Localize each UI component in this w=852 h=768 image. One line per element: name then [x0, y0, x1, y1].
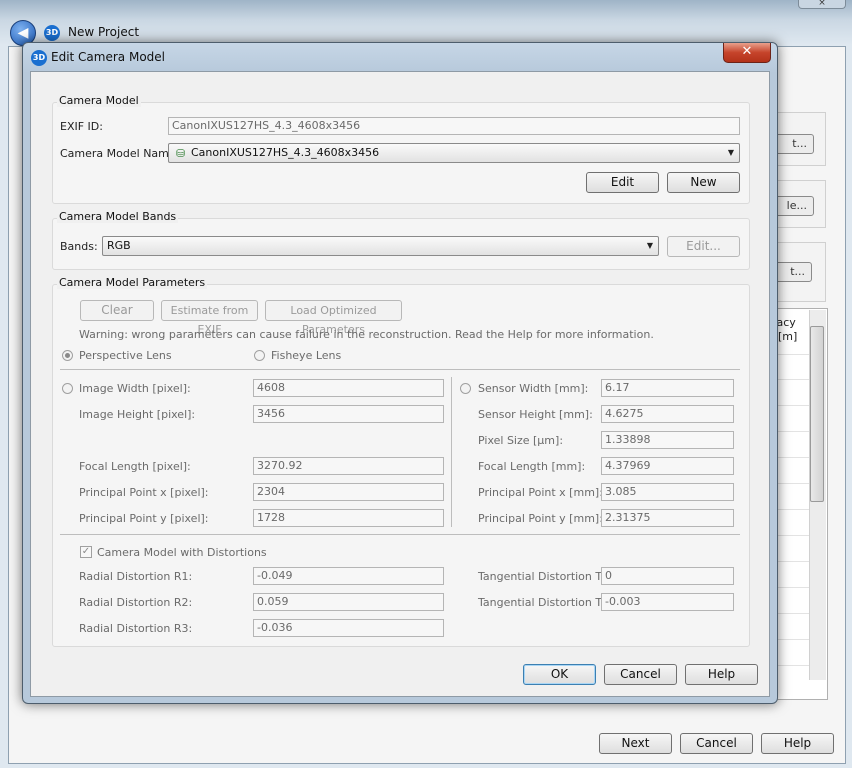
scrollbar-thumb[interactable]: [810, 326, 824, 502]
dialog-body: Camera Model EXIF ID: CanonIXUS127HS_4.3…: [30, 71, 770, 697]
camera-model-name-dropdown[interactable]: ⛁ CanonIXUS127HS_4.3_4608x3456 ▼: [168, 143, 740, 163]
camera-model-group-title: Camera Model: [57, 94, 141, 107]
radial-distortion-r1-field[interactable]: -0.049: [253, 567, 444, 585]
focal-length-pixel-label: Focal Length [pixel]:: [79, 460, 191, 473]
radial-distortion-r1-label: Radial Distortion R1:: [79, 570, 193, 583]
chevron-down-icon: ▼: [646, 241, 653, 250]
bands-group-title: Camera Model Bands: [57, 210, 179, 223]
focal-length-pixel-field[interactable]: 3270.92: [253, 457, 444, 475]
radial-distortion-r2-label: Radial Distortion R2:: [79, 596, 193, 609]
image-height-label: Image Height [pixel]:: [79, 408, 196, 421]
tangential-distortion-t2-field[interactable]: -0.003: [601, 593, 734, 611]
column-separator: [451, 377, 452, 527]
principal-point-x-pixel-label: Principal Point x [pixel]:: [79, 486, 209, 499]
principal-point-x-pixel-field[interactable]: 2304: [253, 483, 444, 501]
close-icon[interactable]: ✕: [723, 43, 771, 63]
principal-point-y-pixel-field[interactable]: 1728: [253, 509, 444, 527]
app-logo-icon: 3D: [31, 50, 47, 66]
sensor-size-radio[interactable]: [460, 383, 471, 394]
camera-model-new-button[interactable]: New: [667, 172, 740, 193]
exif-id-field: CanonIXUS127HS_4.3_4608x3456: [168, 117, 740, 135]
image-size-radio[interactable]: [62, 383, 73, 394]
fisheye-lens-label: Fisheye Lens: [271, 349, 342, 362]
clear-button[interactable]: Clear: [80, 300, 154, 321]
distortions-label: Camera Model with Distortions: [97, 546, 267, 559]
fisheye-lens-radio[interactable]: [254, 350, 265, 361]
window-title: New Project: [68, 25, 140, 39]
image-height-field[interactable]: 3456: [253, 405, 444, 423]
principal-point-y-pixel-label: Principal Point y [pixel]:: [79, 512, 209, 525]
perspective-lens-label: Perspective Lens: [79, 349, 172, 362]
table-header-fragment-unit: [m]: [778, 330, 798, 343]
bands-label: Bands:: [60, 240, 98, 253]
estimate-from-exif-button[interactable]: Estimate from EXIF: [161, 300, 258, 336]
tangential-distortion-t2-label: Tangential Distortion T2:: [478, 596, 613, 609]
sensor-width-label: Sensor Width [mm]:: [478, 382, 589, 395]
wizard-help-button[interactable]: Help: [761, 733, 834, 754]
next-button[interactable]: Next: [599, 733, 672, 754]
window-close-button[interactable]: ×: [798, 0, 846, 9]
tangential-distortion-t1-field[interactable]: 0: [601, 567, 734, 585]
camera-model-name-label: Camera Model Name:: [60, 147, 180, 160]
tangential-distortion-t1-label: Tangential Distortion T1:: [478, 570, 613, 583]
pixel-size-field[interactable]: 1.33898: [601, 431, 734, 449]
radial-distortion-r3-field[interactable]: -0.036: [253, 619, 444, 637]
edit-camera-model-dialog: 3D Edit Camera Model ✕ Camera Model EXIF…: [22, 42, 778, 704]
principal-point-y-mm-field[interactable]: 2.31375: [601, 509, 734, 527]
focal-length-mm-field[interactable]: 4.37969: [601, 457, 734, 475]
principal-point-y-mm-label: Principal Point y [mm]:: [478, 512, 603, 525]
ok-button[interactable]: OK: [523, 664, 596, 685]
separator: [60, 534, 740, 535]
camera-model-name-value: CanonIXUS127HS_4.3_4608x3456: [191, 146, 380, 159]
parameters-group-title: Camera Model Parameters: [57, 276, 208, 289]
pixel-size-label: Pixel Size [µm]:: [478, 434, 564, 447]
exif-id-label: EXIF ID:: [60, 120, 103, 133]
principal-point-x-mm-label: Principal Point x [mm]:: [478, 486, 603, 499]
load-optimized-parameters-button[interactable]: Load Optimized Parameters: [265, 300, 402, 336]
principal-point-x-mm-field[interactable]: 3.085: [601, 483, 734, 501]
image-width-field[interactable]: 4608: [253, 379, 444, 397]
focal-length-mm-label: Focal Length [mm]:: [478, 460, 586, 473]
cancel-button[interactable]: Cancel: [604, 664, 677, 685]
radial-distortion-r2-field[interactable]: 0.059: [253, 593, 444, 611]
distortions-checkbox[interactable]: ✓: [80, 546, 92, 558]
chevron-down-icon: ▼: [727, 148, 734, 157]
wizard-cancel-button[interactable]: Cancel: [680, 733, 753, 754]
bands-dropdown[interactable]: RGB ▼: [102, 236, 659, 256]
database-icon: ⛁: [176, 147, 186, 160]
separator: [60, 369, 740, 370]
camera-model-edit-button[interactable]: Edit: [586, 172, 659, 193]
warning-text: Warning: wrong parameters can cause fail…: [79, 328, 654, 341]
sensor-height-label: Sensor Height [mm]:: [478, 408, 593, 421]
image-width-label: Image Width [pixel]:: [79, 382, 191, 395]
bands-edit-button[interactable]: Edit...: [667, 236, 740, 257]
radial-distortion-r3-label: Radial Distortion R3:: [79, 622, 193, 635]
help-button[interactable]: Help: [685, 664, 758, 685]
dialog-title: Edit Camera Model: [51, 50, 165, 64]
app-logo-icon: 3D: [44, 25, 60, 41]
sensor-height-field[interactable]: 4.6275: [601, 405, 734, 423]
perspective-lens-radio[interactable]: [62, 350, 73, 361]
sensor-width-field[interactable]: 6.17: [601, 379, 734, 397]
bands-value: RGB: [107, 239, 131, 252]
